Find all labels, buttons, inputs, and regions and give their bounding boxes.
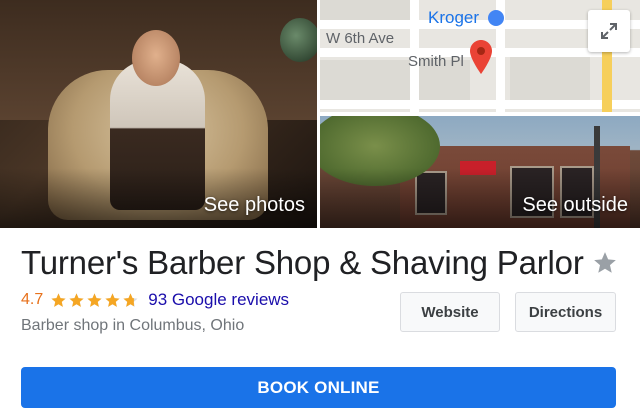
photo-head	[132, 30, 180, 86]
reviews-link[interactable]: 93 Google reviews	[148, 290, 289, 310]
map-pin-icon	[470, 40, 492, 74]
map-store-label: Kroger	[428, 8, 480, 27]
rating-stars	[50, 292, 140, 309]
main-photo[interactable]: See photos	[0, 0, 317, 228]
business-category: Barber shop in Columbus, Ohio	[21, 317, 245, 334]
store-icon	[488, 10, 504, 26]
map-road	[320, 100, 640, 109]
outside-photo[interactable]: See outside	[320, 116, 640, 228]
photo-gallery: See photos Kroger W 6th Ave Smith Pl See…	[0, 0, 640, 228]
rating-star-icon	[87, 292, 102, 307]
rating-star-icon	[105, 292, 120, 307]
map-block	[320, 0, 410, 20]
rating-value: 4.7	[21, 291, 44, 308]
expand-map-button[interactable]	[588, 10, 630, 52]
photo-globe	[280, 18, 317, 62]
map-street-label: Smith Pl	[408, 53, 464, 70]
rating-star-icon	[123, 292, 138, 307]
rating-star-icon	[51, 292, 66, 307]
rating-star-icon	[69, 292, 84, 307]
book-online-button[interactable]: BOOK ONLINE	[21, 367, 616, 408]
map-street-label: W 6th Ave	[326, 30, 395, 47]
see-photos-label[interactable]: See photos	[204, 194, 305, 217]
directions-button[interactable]: Directions	[515, 292, 616, 332]
business-name: Turner's Barber Shop & Shaving Parlor	[21, 244, 584, 281]
see-outside-label[interactable]: See outside	[522, 194, 628, 217]
map-block	[510, 55, 590, 100]
star-icon[interactable]	[592, 250, 618, 276]
rating-row: 4.7 93 Google reviews	[21, 290, 289, 310]
expand-icon	[601, 23, 617, 39]
website-button[interactable]: Website	[400, 292, 500, 332]
